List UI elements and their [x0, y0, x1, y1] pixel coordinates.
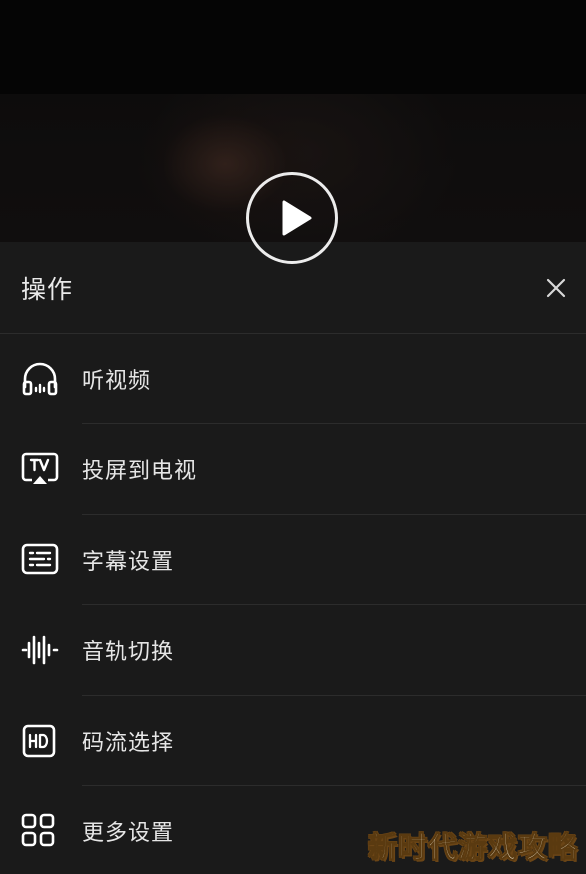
menu-item-listen-video[interactable]: 听视频	[0, 334, 586, 424]
menu-item-label: 听视频	[82, 369, 152, 394]
menu-item-label: 投屏到电视	[82, 459, 198, 484]
close-icon	[546, 278, 566, 298]
audio-waveform-icon	[21, 635, 59, 665]
play-icon	[282, 200, 312, 236]
close-button[interactable]	[540, 272, 572, 304]
watermark: 新时代游戏攻略	[367, 830, 578, 865]
headphones-icon	[22, 362, 58, 396]
status-bar-area	[0, 0, 586, 94]
menu-item-bitrate-select[interactable]: 码流选择	[0, 696, 586, 786]
subtitles-icon	[21, 543, 59, 575]
menu-item-cast-to-tv[interactable]: 投屏到电视	[0, 424, 586, 514]
actions-sheet: 操作 听视频 投屏到电视 字幕设置 音轨切换 码流选择 更多设置	[0, 242, 586, 874]
menu-item-label: 更多设置	[82, 821, 175, 846]
menu-item-audio-track[interactable]: 音轨切换	[0, 605, 586, 695]
menu-item-label: 音轨切换	[82, 640, 175, 665]
play-button[interactable]	[246, 172, 338, 264]
sheet-title: 操作	[21, 275, 74, 304]
hd-icon	[22, 724, 56, 758]
screen: 操作 听视频 投屏到电视 字幕设置 音轨切换 码流选择 更多设置 新时代游戏攻略	[0, 0, 586, 874]
tv-cast-icon	[21, 452, 59, 484]
menu-item-subtitle-settings[interactable]: 字幕设置	[0, 515, 586, 605]
menu-item-label: 码流选择	[82, 731, 175, 756]
grid-icon	[21, 813, 55, 847]
menu-item-label: 字幕设置	[82, 550, 175, 575]
